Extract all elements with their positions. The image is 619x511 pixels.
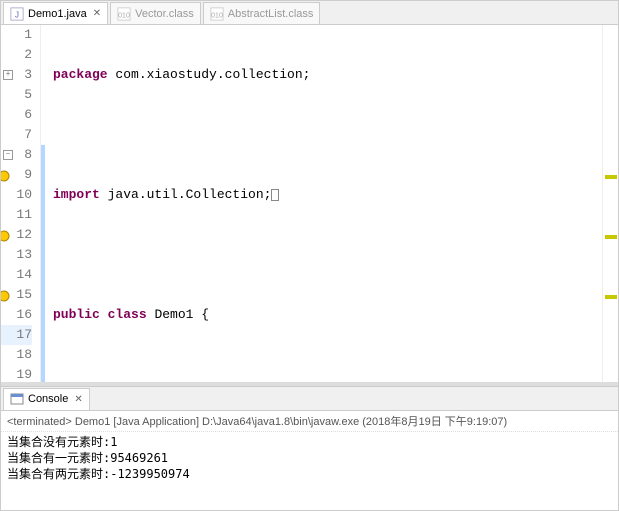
console-tab-label: Console (28, 393, 68, 405)
tab-label: Vector.class (135, 8, 194, 20)
line-number: 11 (1, 205, 32, 225)
close-icon[interactable]: ✕ (93, 8, 101, 19)
line-number: −8 (1, 145, 32, 165)
code-line (53, 125, 602, 145)
warning-icon[interactable] (1, 229, 10, 241)
svg-text:010: 010 (211, 12, 223, 19)
code-line (53, 365, 602, 382)
line-number: 9 (1, 165, 32, 185)
fold-icon[interactable]: − (3, 150, 13, 160)
console-tabs: Console ✕ (1, 387, 618, 411)
line-number: 6 (1, 105, 32, 125)
line-number: 17 (1, 325, 32, 345)
line-number: 2 (1, 45, 32, 65)
line-number: 14 (1, 265, 32, 285)
code-line (53, 245, 602, 265)
console-output[interactable]: 当集合没有元素时:1 当集合有一元素时:95469261 当集合有两元素时:-1… (1, 432, 618, 510)
line-number: 10 (1, 185, 32, 205)
svg-text:J: J (15, 10, 19, 19)
warning-marker[interactable] (605, 175, 617, 179)
line-number: 12 (1, 225, 32, 245)
warning-marker[interactable] (605, 235, 617, 239)
console-icon (10, 392, 24, 406)
overview-ruler[interactable] (602, 25, 618, 382)
line-number: 1 (1, 25, 32, 45)
class-file-icon: 010 (210, 7, 224, 21)
svg-text:010: 010 (118, 12, 130, 19)
code-area[interactable]: package package com.xiaostudy.collection… (47, 25, 602, 382)
warning-marker[interactable] (605, 295, 617, 299)
marker-strip (41, 25, 47, 382)
class-file-icon: 010 (117, 7, 131, 21)
line-number: 5 (1, 85, 32, 105)
tab-label: AbstractList.class (228, 8, 314, 20)
tab-label: Demo1.java (28, 8, 87, 20)
line-number: 18 (1, 345, 32, 365)
line-number: 16 (1, 305, 32, 325)
console-tab[interactable]: Console ✕ (3, 388, 90, 410)
code-editor[interactable]: 1 2 +3 5 6 7 −8 9 10 11 12 13 14 15 16 1… (1, 25, 618, 382)
line-number: 15 (1, 285, 32, 305)
line-number: 19 (1, 365, 32, 382)
code-line: public class Demo1 { (53, 305, 602, 325)
console-process-header: <terminated> Demo1 [Java Application] D:… (1, 411, 618, 432)
tab-demo1[interactable]: J Demo1.java ✕ (3, 2, 108, 24)
line-number: +3 (1, 65, 32, 85)
code-line: package package com.xiaostudy.collection… (53, 65, 602, 85)
line-number: 7 (1, 125, 32, 145)
tab-abstractlist[interactable]: 010 AbstractList.class (203, 2, 321, 24)
java-file-icon: J (10, 7, 24, 21)
line-gutter: 1 2 +3 5 6 7 −8 9 10 11 12 13 14 15 16 1… (1, 25, 41, 382)
code-line: import java.util.Collection; (53, 185, 602, 205)
line-number: 13 (1, 245, 32, 265)
console-panel: Console ✕ <terminated> Demo1 [Java Appli… (1, 386, 618, 510)
collapsed-marker (271, 189, 279, 201)
warning-icon[interactable] (1, 289, 10, 301)
fold-icon[interactable]: + (3, 70, 13, 80)
editor-tabs: J Demo1.java ✕ 010 Vector.class 010 Abst… (1, 1, 618, 25)
warning-icon[interactable] (1, 169, 10, 181)
close-icon[interactable]: ✕ (74, 394, 82, 405)
tab-vector[interactable]: 010 Vector.class (110, 2, 201, 24)
